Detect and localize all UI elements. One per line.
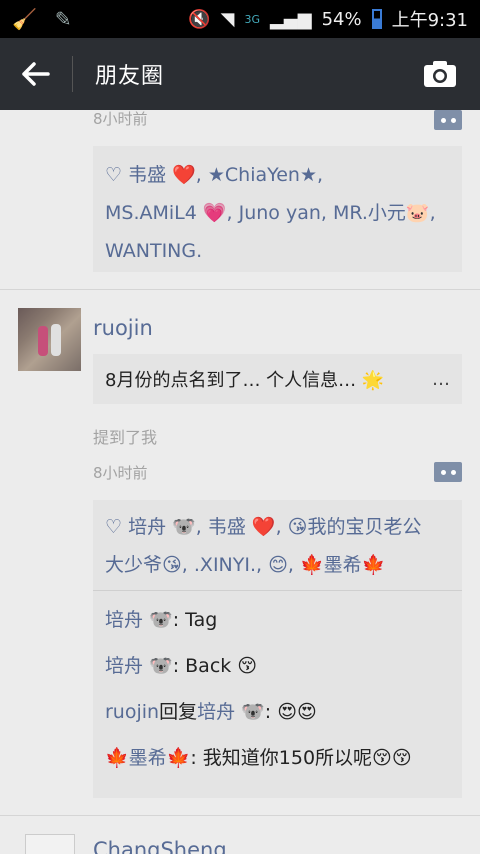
reply-target[interactable]: 培舟 🐨 [197, 701, 265, 723]
post-time: 8小时前 [93, 110, 148, 128]
author-name[interactable]: ruojin [93, 316, 153, 340]
likes-box: ♡ 韦盛 ❤️, ★ChiaYen★, MS.AMiL4 💗, Juno yan… [93, 146, 462, 272]
avatar[interactable] [18, 308, 81, 371]
battery-percent: 54% [321, 8, 362, 30]
notification-icon: ✎ [54, 7, 72, 31]
likes-line[interactable]: 培舟 🐨, 韦盛 ❤️, 😘我的宝贝老公 [128, 516, 421, 538]
heart-icon: ♡ [105, 516, 123, 538]
comment[interactable]: 🍁墨希🍁: 我知道你150所以呢😚😚 [105, 735, 450, 781]
heart-icon: ♡ [105, 164, 123, 186]
comment-author[interactable]: 🍁墨希🍁 [105, 747, 190, 769]
comments-list: 培舟 🐨: Tag 培舟 🐨: Back 😚 ruojin回复培舟 🐨: 😍😍 … [93, 591, 462, 789]
comment[interactable]: 培舟 🐨: Back 😚 [105, 643, 450, 689]
comment-text: : Tag [172, 609, 218, 631]
link-title: 8月份的点名到了… 个人信息… 🌟 [105, 370, 385, 391]
post-separator [0, 289, 480, 290]
likes-line[interactable]: MS.AMiL4 💗, Juno yan, MR.小元🐷, [105, 202, 436, 224]
reply-label: 回复 [159, 701, 198, 723]
comment-author[interactable]: 培舟 🐨 [105, 609, 173, 631]
wifi-icon: ◥ [220, 8, 235, 30]
comment[interactable]: ruojin回复培舟 🐨: 😍😍 [105, 689, 450, 735]
app-bar: 朋友圈 [0, 38, 480, 110]
comment-author[interactable]: ruojin [105, 701, 159, 723]
likes-list: ♡ 韦盛 ❤️, ★ChiaYen★, MS.AMiL4 💗, Juno yan… [105, 156, 450, 270]
mention-text: 提到了我 [93, 428, 158, 447]
link-more: … [432, 368, 450, 390]
comment-button[interactable] [434, 462, 462, 482]
comment-author[interactable]: 培舟 🐨 [105, 655, 173, 677]
status-bar: 🧹 ✎ 🔇 ◥ 3G ▂▄▆ 54% 上午9:31 [0, 0, 480, 38]
app-bar-divider [72, 56, 73, 92]
likes-line[interactable]: 韦盛 ❤️, ★ChiaYen★, [128, 164, 323, 186]
mute-icon: 🔇 [188, 8, 211, 30]
camera-button[interactable] [400, 38, 480, 110]
back-button[interactable] [0, 38, 72, 110]
comment-button[interactable] [434, 110, 462, 130]
moments-feed[interactable]: 8小时前 ♡ 韦盛 ❤️, ★ChiaYen★, MS.AMiL4 💗, Jun… [0, 110, 480, 854]
shared-link[interactable]: 8月份的点名到了… 个人信息… 🌟 … [93, 354, 462, 404]
clock: 上午9:31 [391, 10, 468, 31]
camera-icon [424, 61, 456, 87]
likes-line[interactable]: 大少爷😘, .XINYI., 😊, 🍁墨希🍁 [105, 554, 385, 576]
likes-list: ♡ 培舟 🐨, 韦盛 ❤️, 😘我的宝贝老公 大少爷😘, .XINYI., 😊,… [93, 500, 462, 590]
post-time: 8小时前 [93, 464, 148, 482]
comment-text: : 😍😍 [264, 701, 317, 723]
page-title: 朋友圈 [95, 64, 165, 89]
arrow-left-icon [22, 62, 50, 86]
battery-icon [371, 9, 382, 29]
comment[interactable]: 培舟 🐨: Tag [105, 597, 450, 643]
comment-text: : 我知道你150所以呢😚😚 [190, 747, 412, 769]
avatar[interactable] [25, 834, 75, 854]
likes-line[interactable]: WANTING. [105, 240, 202, 262]
comments-box: ♡ 培舟 🐨, 韦盛 ❤️, 😘我的宝贝老公 大少爷😘, .XINYI., 😊,… [93, 500, 462, 798]
signal-icon: ▂▄▆ [270, 8, 312, 30]
network-type: 3G [244, 12, 261, 26]
post-separator [0, 815, 480, 816]
broom-icon: 🧹 [12, 7, 37, 31]
author-name[interactable]: ChangSheng [93, 838, 227, 854]
comment-text: : Back 😚 [172, 655, 258, 677]
